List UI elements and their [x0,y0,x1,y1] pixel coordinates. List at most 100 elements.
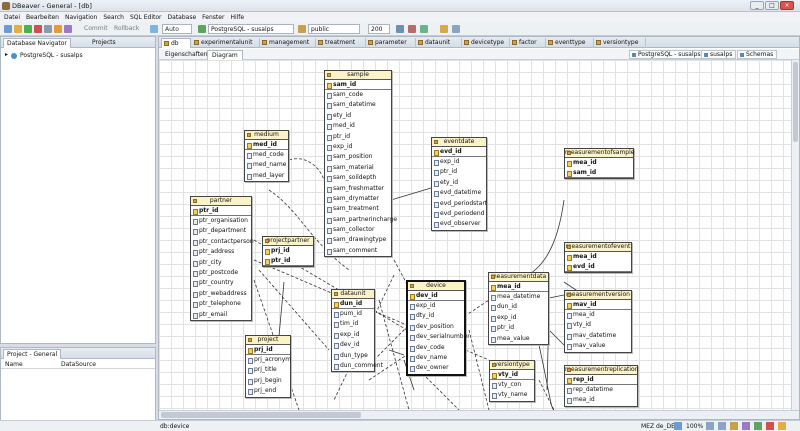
delete-icon[interactable] [766,422,774,430]
tab-eigenschaften[interactable]: Eigenschaften [161,50,212,60]
editor-subtabs: Eigenschaften Diagram PostgreSQL - susal… [159,49,799,60]
zoom-level[interactable]: 100% [686,422,703,431]
tree-item-connection[interactable]: ▸ PostgreSQL - susalps [1,50,155,62]
menu-search[interactable]: Search [103,14,124,21]
context-connection[interactable]: PostgreSQL - susalps [629,50,705,59]
column-header-datasource[interactable]: DataSource [61,361,96,368]
disconnect-icon[interactable] [34,25,42,33]
menu-sql-editor[interactable]: SQL Editor [130,14,162,21]
refresh-diagram-icon[interactable] [778,422,786,430]
entity-measurementofevent[interactable]: measurementofevent mea_id evd_id [564,242,632,273]
entity-versiontype[interactable]: versiontype vty_id vty_con vty_name [489,360,535,402]
tab-database-navigator[interactable]: Database Navigator [3,38,71,48]
menu-datei[interactable]: Datei [4,14,20,21]
entity-title: partner [191,197,251,206]
primary-key-column: prj_id [246,345,290,355]
zoom-fit-icon[interactable] [674,422,682,430]
diagram-canvas[interactable]: sample sam_id sam_code sam_datetime ety_… [159,60,791,410]
minimize-button[interactable]: _ [750,1,764,10]
column-header-name[interactable]: Name [5,361,23,368]
column: prj_begin [246,376,290,386]
vertical-scrollbar[interactable] [791,60,799,410]
table-icon [318,40,323,45]
context-schemas[interactable]: Schemas [737,50,778,59]
entity-projectpartner[interactable]: projectpartner prj_id ptr_id [262,236,314,267]
primary-key-column: ptr_id [191,206,251,216]
tab-eventtype[interactable]: eventtype [546,38,594,48]
tab-dataunit[interactable]: dataunit [416,38,462,48]
execute-icon[interactable] [420,25,428,33]
sql-editor-icon[interactable] [54,25,62,33]
entity-measurementreplication[interactable]: measurementreplication rep_id rep_dateti… [564,365,639,407]
refresh-icon[interactable] [44,25,52,33]
entity-measurementofsample[interactable]: measurementofsample mea_id sam_id [564,148,634,179]
column: sam_material [325,163,391,173]
commit-button[interactable]: Commit [84,25,108,32]
result-limit-input[interactable]: 200 [368,24,390,34]
column: sam_drymatter [325,194,391,204]
tab-management[interactable]: management [260,38,316,48]
print-icon[interactable] [742,422,750,430]
maximize-button[interactable]: □ [765,1,779,10]
new-connection-icon[interactable] [4,25,12,33]
context-database[interactable]: susalps [701,50,737,59]
tab-db[interactable]: db [161,38,191,48]
entity-measurementdata[interactable]: measurementdata mea_id mea_datetime dun_… [488,272,549,345]
entity-partner[interactable]: partner ptr_id ptr_organisation ptr_depa… [190,196,254,321]
zoom-in-icon[interactable] [706,422,714,430]
table-icon [567,368,571,372]
menu-fenster[interactable]: Fenster [202,14,224,21]
expand-arrow-icon[interactable]: ▸ [5,51,8,58]
tab-diagram[interactable]: Diagram [207,50,243,60]
scroll-thumb[interactable] [161,412,361,418]
menu-bearbeiten[interactable]: Bearbeiten [26,14,59,21]
primary-key-column: mea_id [489,282,548,292]
primary-key-column: sam_id [325,80,391,90]
tab-treatment[interactable]: treatment [316,38,366,48]
window-title: DBeaver - General - [db] [12,2,92,10]
schema-selector[interactable]: public [308,24,360,34]
connect-icon[interactable] [24,25,32,33]
open-folder-icon[interactable] [14,25,22,33]
close-button[interactable]: × [780,1,794,10]
filter-icon[interactable] [396,25,404,33]
menu-navigation[interactable]: Navigation [65,14,97,21]
column: ptr_email [191,310,251,320]
column: prj_end [246,386,290,396]
column: sam_datetime [325,100,391,110]
entity-measurementversion[interactable]: measurementversion mav_id mea_id vty_id … [564,290,632,353]
navigate-icon[interactable] [452,25,460,33]
transaction-mode-icon[interactable] [150,25,158,33]
layout-icon[interactable] [730,422,738,430]
tab-devicetype[interactable]: devicetype [462,38,510,48]
settings-icon[interactable] [64,25,72,33]
brush-icon[interactable] [440,25,448,33]
database-icon [704,53,708,57]
menu-hilfe[interactable]: Hilfe [230,14,244,21]
cancel-query-icon[interactable] [408,25,416,33]
save-image-icon[interactable] [754,422,762,430]
column: dty_id [408,311,464,321]
tab-versiontype[interactable]: versiontype [594,38,646,48]
tab-experimentalunit[interactable]: experimentalunit [192,38,260,48]
title-bar: DBeaver - General - [db] _ □ × [0,0,800,12]
tab-project-general[interactable]: Project - General [3,349,62,359]
menu-database[interactable]: Database [168,14,197,21]
column: sam_treatment [325,204,391,214]
tab-factor[interactable]: factor [510,38,546,48]
entity-project[interactable]: project prj_id prj_acronym prj_title prj… [245,335,291,398]
tab-parameter[interactable]: parameter [366,38,416,48]
scroll-thumb[interactable] [793,62,798,142]
auto-commit-toggle[interactable]: Auto [162,24,192,34]
zoom-out-icon[interactable] [718,422,726,430]
entity-eventdate[interactable]: eventdate evd_id exp_id ptr_id ety_id ev… [431,137,487,231]
entity-dataunit[interactable]: dataunit dun_id pum_id tim_id exp_id dev… [331,289,383,373]
entity-sample[interactable]: sample sam_id sam_code sam_datetime ety_… [324,70,397,258]
connection-selector[interactable]: PostgreSQL - susalps [208,24,294,34]
entity-device[interactable]: device dev_id exp_id dty_id dev_position… [406,280,470,376]
tab-projects[interactable]: Projects [89,38,119,48]
horizontal-scrollbar[interactable] [159,410,799,419]
rollback-button[interactable]: Rollback [114,25,139,32]
entity-title: measurementofsample [565,149,635,158]
entity-medium[interactable]: medium med_id med_code med_name med_laye… [244,130,289,183]
